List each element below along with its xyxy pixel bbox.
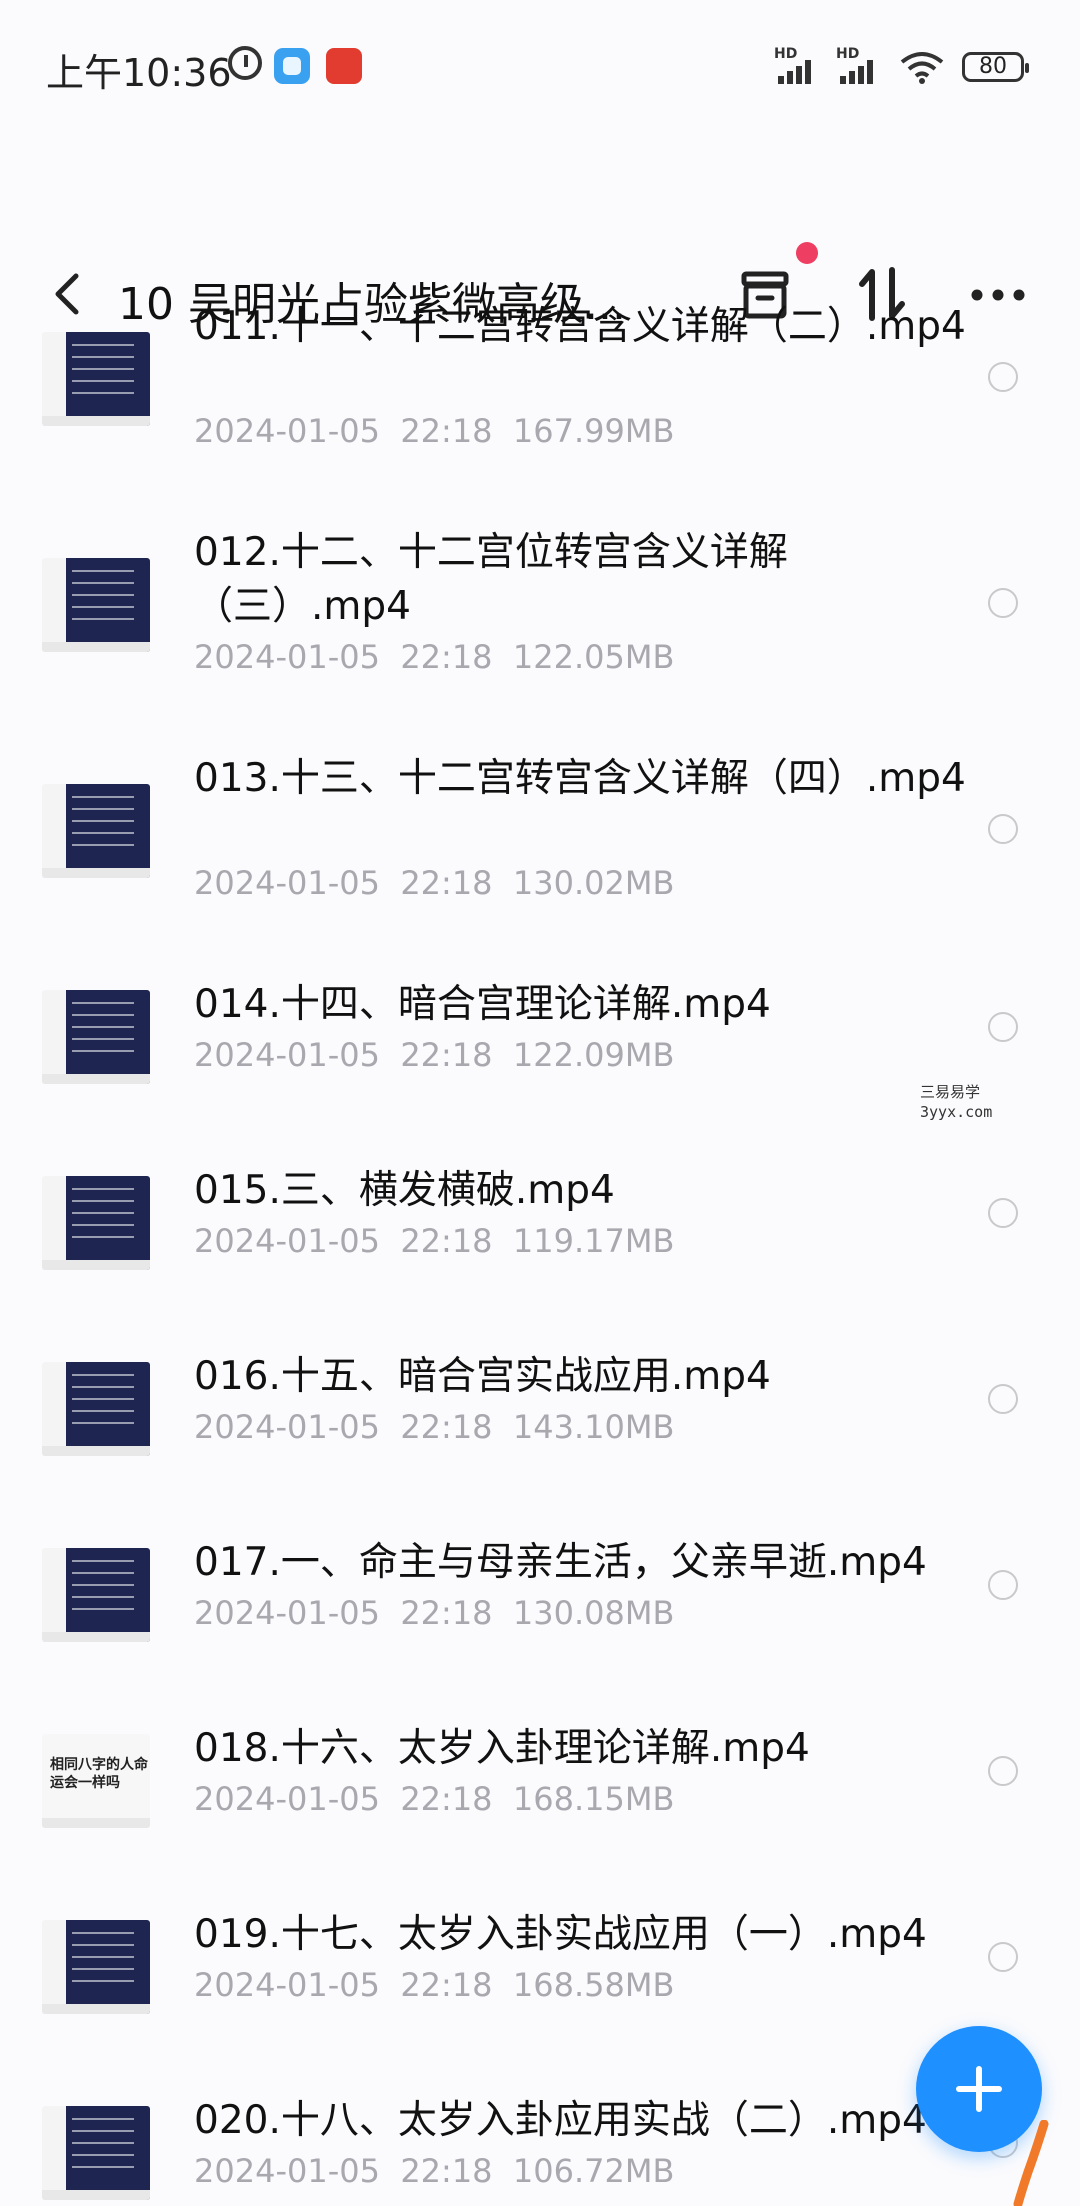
video-thumbnail [42, 2106, 150, 2200]
file-meta: 2024-01-05 22:18 130.02MB [194, 864, 674, 902]
watermark: 三易易学 3yyx.com [920, 1082, 992, 1122]
video-thumbnail [42, 1548, 150, 1642]
file-meta: 2024-01-05 22:18 168.15MB [194, 1780, 674, 1818]
file-date: 2024-01-05 [194, 1966, 380, 2004]
wifi-icon [900, 52, 944, 84]
clock: 上午10:36 [46, 51, 232, 95]
select-radio[interactable] [988, 1942, 1018, 1972]
file-size: 143.10MB [512, 1408, 675, 1446]
file-name: 017.一、命主与母亲生活，父亲早逝.mp4 [194, 1540, 927, 1585]
file-name: 018.十六、太岁入卦理论详解.mp4 [194, 1726, 810, 1771]
file-size: 130.02MB [512, 864, 675, 902]
file-size: 119.17MB [512, 1222, 675, 1260]
file-time: 22:18 [400, 1036, 493, 1074]
file-name: 011.十一、十二宫转宫含义详解（二）.mp4 [194, 304, 966, 349]
video-thumbnail [42, 990, 150, 1084]
file-name: 012.十二、十二宫位转宫含义详解（三）.mp4 [194, 530, 788, 629]
notification-dot [796, 242, 818, 264]
file-meta: 2024-01-05 22:18 122.05MB [194, 638, 674, 676]
file-date: 2024-01-05 [194, 864, 380, 902]
video-thumbnail: 相同八字的人命运会一样吗 [42, 1734, 150, 1828]
select-radio[interactable] [988, 814, 1018, 844]
file-time: 22:18 [400, 1408, 493, 1446]
app-header: 10 吴明光占验紫微高级... [0, 130, 1080, 330]
select-radio[interactable] [988, 588, 1018, 618]
battery-indicator: 80 [962, 52, 1029, 82]
file-name: 020.十八、太岁入卦应用实战（二）.mp4 [194, 2098, 927, 2143]
select-radio[interactable] [988, 362, 1018, 392]
file-name: 019.十七、太岁入卦实战应用（一）.mp4 [194, 1912, 927, 1957]
file-name: 014.十四、暗合宫理论详解.mp4 [194, 982, 771, 1027]
file-time: 22:18 [400, 1594, 493, 1632]
file-time: 22:18 [400, 412, 493, 450]
file-size: 106.72MB [512, 2152, 675, 2190]
video-thumbnail [42, 1176, 150, 1270]
select-radio[interactable] [988, 1384, 1018, 1414]
file-meta: 2024-01-05 22:18 106.72MB [194, 2152, 674, 2190]
file-date: 2024-01-05 [194, 1222, 380, 1260]
alarm-icon [228, 46, 262, 80]
video-thumbnail [42, 784, 150, 878]
watermark-line: 三易易学 [920, 1083, 981, 1101]
file-size: 168.58MB [512, 1966, 675, 2004]
file-time: 22:18 [400, 1966, 493, 2004]
file-meta: 2024-01-05 22:18 168.58MB [194, 1966, 674, 2004]
video-thumbnail [42, 558, 150, 652]
status-bar: 上午10:36 HD HD 80 [0, 0, 1080, 130]
file-meta: 2024-01-05 22:18 119.17MB [194, 1222, 674, 1260]
app-icon [274, 48, 310, 84]
file-time: 22:18 [400, 1780, 493, 1818]
file-name: 015.三、横发横破.mp4 [194, 1168, 615, 1213]
select-radio[interactable] [988, 1198, 1018, 1228]
file-time: 22:18 [400, 864, 493, 902]
scribble-mark [1013, 2120, 1049, 2206]
video-thumbnail [42, 332, 150, 426]
watermark-line: 3yyx.com [920, 1103, 993, 1121]
video-thumbnail [42, 1362, 150, 1456]
file-meta: 2024-01-05 22:18 130.08MB [194, 1594, 674, 1632]
back-icon[interactable] [50, 272, 84, 316]
file-date: 2024-01-05 [194, 638, 380, 676]
file-date: 2024-01-05 [194, 412, 380, 450]
file-date: 2024-01-05 [194, 2152, 380, 2190]
file-size: 122.09MB [512, 1036, 675, 1074]
file-time: 22:18 [400, 1222, 493, 1260]
file-meta: 2024-01-05 22:18 122.09MB [194, 1036, 674, 1074]
file-size: 122.05MB [512, 638, 675, 676]
file-date: 2024-01-05 [194, 1408, 380, 1446]
select-radio[interactable] [988, 1570, 1018, 1600]
file-name: 016.十五、暗合宫实战应用.mp4 [194, 1354, 771, 1399]
file-date: 2024-01-05 [194, 1780, 380, 1818]
file-date: 2024-01-05 [194, 1036, 380, 1074]
file-name: 013.十三、十二宫转宫含义详解（四）.mp4 [194, 756, 966, 801]
video-thumbnail [42, 1920, 150, 2014]
thumbnail-caption: 相同八字的人命运会一样吗 [50, 1757, 148, 1791]
file-meta: 2024-01-05 22:18 143.10MB [194, 1408, 674, 1446]
file-date: 2024-01-05 [194, 1594, 380, 1632]
file-meta: 2024-01-05 22:18 167.99MB [194, 412, 674, 450]
file-time: 22:18 [400, 638, 493, 676]
select-radio[interactable] [988, 1012, 1018, 1042]
file-time: 22:18 [400, 2152, 493, 2190]
file-size: 167.99MB [512, 412, 675, 450]
file-size: 130.08MB [512, 1594, 675, 1632]
select-radio[interactable] [988, 1756, 1018, 1786]
news-app-icon [326, 48, 362, 84]
file-size: 168.15MB [512, 1780, 675, 1818]
